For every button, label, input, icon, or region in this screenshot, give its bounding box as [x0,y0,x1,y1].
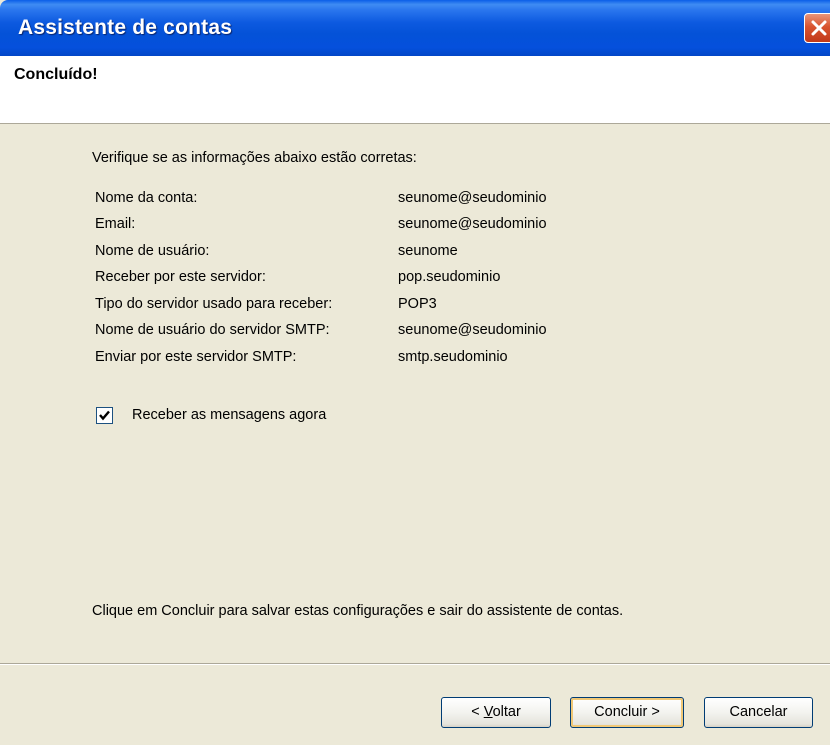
summary-value: smtp.seudominio [398,349,508,365]
receive-now-label[interactable]: Receber as mensagens agora [132,407,326,423]
summary-value: seunome@seudominio [398,216,547,232]
summary-label: Tipo do servidor usado para receber: [95,296,333,312]
summary-row-incoming-server: Receber por este servidor: pop.seudomini… [0,269,830,295]
summary-value: seunome@seudominio [398,322,547,338]
summary-label: Nome da conta: [95,190,198,206]
window-title: Assistente de contas [18,16,233,39]
page-title: Concluído! [14,66,98,83]
summary-label: Email: [95,216,136,232]
header-panel: Concluído! [0,56,830,124]
receive-now-checkbox[interactable] [96,407,113,424]
back-button-mnemonic: V [483,704,493,720]
close-button[interactable] [804,13,830,43]
intro-text: Verifique se as informações abaixo estão… [92,150,417,166]
summary-row-server-type: Tipo do servidor usado para receber: POP… [0,296,830,322]
summary-value: seunome [398,243,458,259]
summary-row-email: Email: seunome@seudominio [0,216,830,242]
summary-row-smtp-username: Nome de usuário do servidor SMTP: seunom… [0,322,830,348]
back-button-rest: oltar [492,704,521,720]
summary-label: Receber por este servidor: [95,269,266,285]
back-button-prefix: < [471,704,484,720]
finish-instructions: Clique em Concluir para salvar estas con… [92,603,624,619]
account-wizard-window: Assistente de contas Concluído! Verifiqu… [0,0,830,745]
title-bar[interactable]: Assistente de contas [0,0,830,56]
summary-label: Nome de usuário: [95,243,210,259]
summary-row-account-name: Nome da conta: seunome@seudominio [0,190,830,216]
summary-value: pop.seudominio [398,269,501,285]
cancel-button[interactable]: Cancelar [704,697,813,728]
summary-value: POP3 [398,296,437,312]
separator [0,663,830,665]
summary-value: seunome@seudominio [398,190,547,206]
finish-button[interactable]: Concluir > [570,697,684,728]
back-button[interactable]: < Voltar [441,697,551,728]
summary-label: Enviar por este servidor SMTP: [95,349,297,365]
summary-row-username: Nome de usuário: seunome [0,243,830,269]
summary-label: Nome de usuário do servidor SMTP: [95,322,330,338]
summary-row-smtp-server: Enviar por este servidor SMTP: smtp.seud… [0,349,830,375]
